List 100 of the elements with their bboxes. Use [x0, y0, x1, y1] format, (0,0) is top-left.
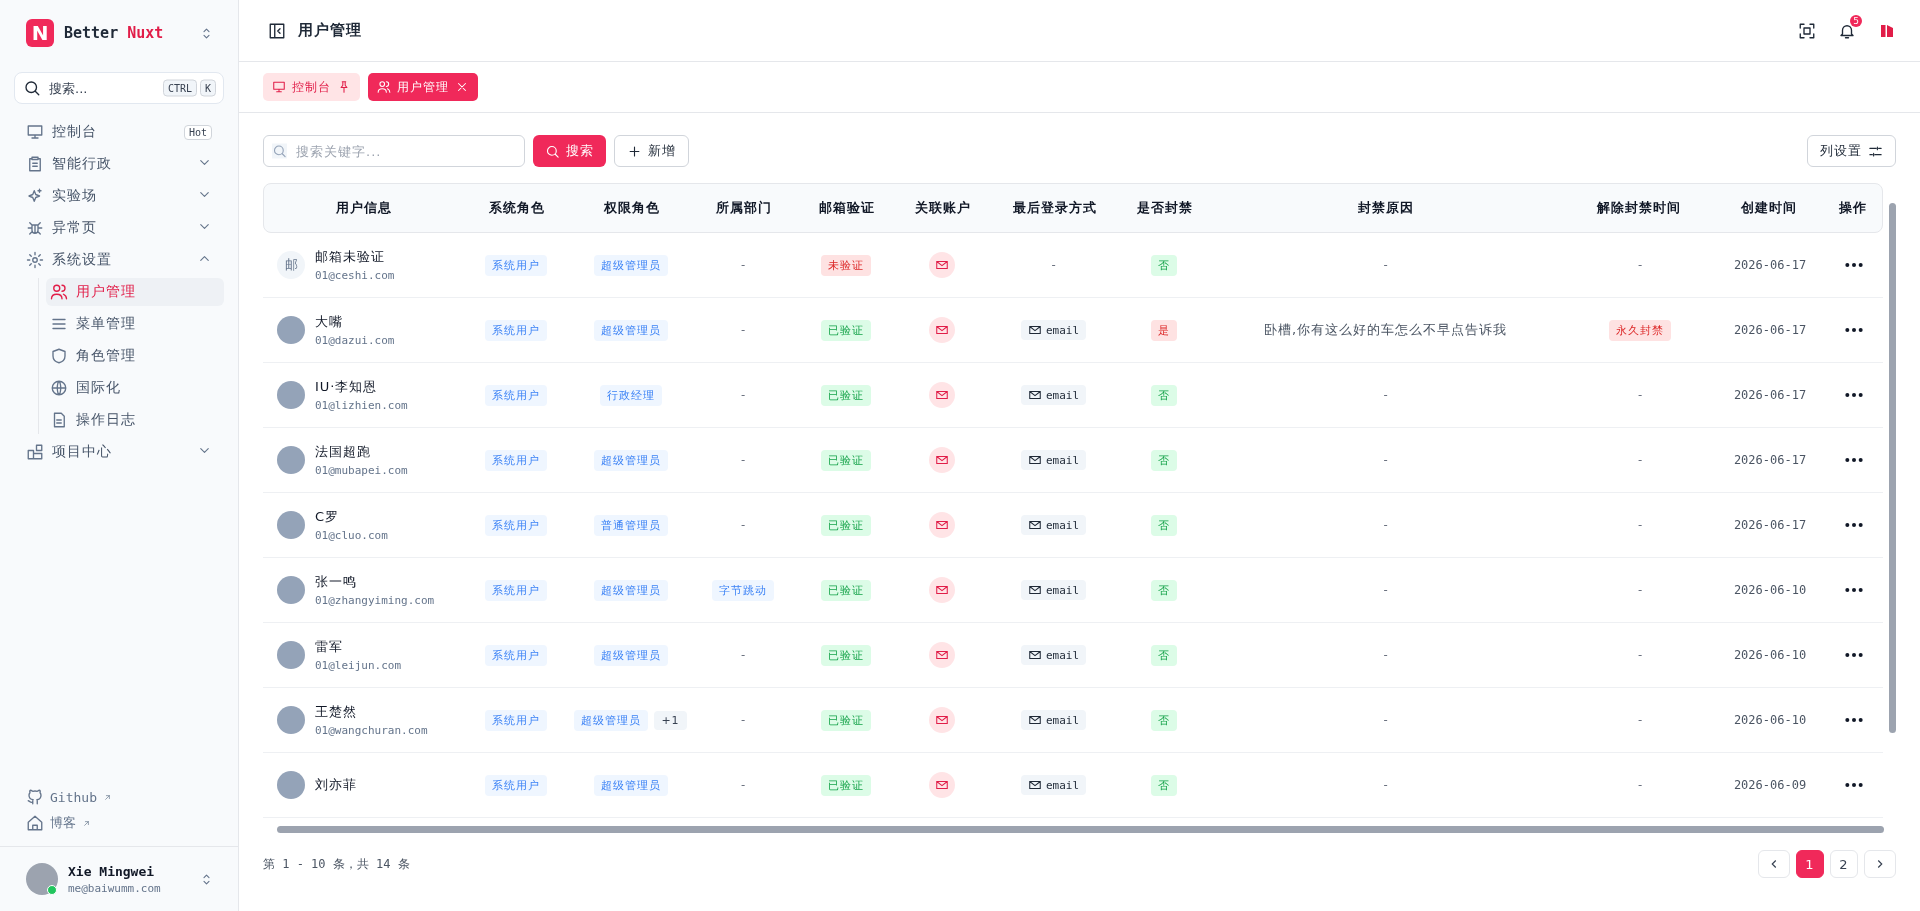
- monitor-icon: [272, 80, 286, 94]
- role-tag: 系统用户: [484, 774, 547, 796]
- search-icon: [545, 143, 560, 159]
- shield-icon: [50, 347, 68, 365]
- page-button[interactable]: 1: [1796, 850, 1824, 878]
- empty-value: -: [1381, 258, 1390, 272]
- empty-value: -: [1381, 583, 1390, 597]
- empty-value: -: [1636, 388, 1644, 402]
- login-method-tag: email: [1020, 515, 1087, 535]
- empty-value: -: [1381, 713, 1390, 727]
- ban-status: 否: [1150, 254, 1177, 276]
- menu-item[interactable]: 操作日志: [46, 406, 224, 434]
- menu-item[interactable]: 智能行政: [14, 150, 224, 178]
- verify-status: 已验证: [820, 384, 871, 406]
- role-tag: 超级管理员: [574, 709, 649, 731]
- ban-status: 是: [1150, 319, 1177, 341]
- bug-icon: [26, 219, 44, 237]
- shortcut-key: CTRL: [162, 79, 197, 97]
- menu-item[interactable]: 国际化: [46, 374, 224, 402]
- add-button[interactable]: 新增: [614, 135, 689, 167]
- user-name: 大嘴: [315, 313, 344, 331]
- avatar-photo: [277, 706, 305, 734]
- ban-status: 否: [1150, 579, 1177, 601]
- role-tag: 系统用户: [484, 254, 547, 276]
- avatar-photo: [277, 511, 305, 539]
- avatar-initial: 邮: [277, 251, 305, 279]
- menu-item[interactable]: 角色管理: [46, 342, 224, 370]
- user-email: 01@ceshi.com: [315, 269, 395, 282]
- search-field[interactable]: 搜索关键字...: [263, 135, 525, 167]
- unban-time-tag: 永久封禁: [1609, 319, 1671, 341]
- role-tag: 系统用户: [484, 384, 547, 406]
- search-button[interactable]: 搜索: [533, 135, 606, 167]
- created-date: 2026-06-10: [1733, 583, 1807, 597]
- external-link[interactable]: Github: [26, 788, 112, 806]
- vertical-scrollbar[interactable]: [1889, 203, 1896, 733]
- horizontal-scrollbar[interactable]: [277, 826, 1884, 833]
- avatar-photo: [277, 316, 305, 344]
- user-email: 01@zhangyiming.com: [315, 594, 435, 607]
- login-method-tag: email: [1020, 645, 1087, 665]
- menu-item[interactable]: 实验场: [14, 182, 224, 210]
- external-link[interactable]: 博客: [26, 814, 91, 832]
- department-tag: 字节跳动: [712, 579, 774, 601]
- empty-value: -: [739, 648, 747, 662]
- more-icon: [1844, 716, 1864, 724]
- verify-status: 已验证: [820, 709, 871, 731]
- empty-value: -: [1381, 388, 1390, 402]
- empty-value: -: [739, 518, 747, 532]
- menu-item[interactable]: 项目中心: [14, 438, 224, 466]
- empty-value: -: [1381, 778, 1390, 792]
- page-button[interactable]: 2: [1830, 850, 1858, 878]
- empty-value: -: [1381, 518, 1390, 532]
- hot-badge: Hot: [183, 124, 212, 140]
- menu-item[interactable]: 控制台 Hot: [14, 118, 224, 146]
- more-icon: [1844, 586, 1864, 594]
- ban-status: 否: [1150, 644, 1177, 666]
- tab[interactable]: 控制台: [263, 73, 360, 101]
- role-tag: 超级管理员: [593, 644, 668, 666]
- sidebar-toggle-icon: [268, 21, 286, 40]
- mail-account-icon: [929, 707, 955, 733]
- column-header: 创建时间: [1740, 199, 1798, 217]
- mail-account-icon: [929, 382, 955, 408]
- mail-icon: [1027, 323, 1042, 337]
- mail-account-icon: [929, 772, 955, 798]
- more-icon: [1844, 651, 1864, 659]
- home-icon: [26, 814, 44, 832]
- column-header: 解除封禁时间: [1596, 199, 1682, 217]
- menu-item[interactable]: 菜单管理: [46, 310, 224, 338]
- ban-status: 否: [1150, 449, 1177, 471]
- tab[interactable]: 用户管理: [368, 73, 478, 101]
- close-icon: [455, 80, 469, 94]
- brand-name: Better Nuxt: [64, 24, 164, 42]
- role-tag: 超级管理员: [593, 254, 668, 276]
- menu-item[interactable]: 用户管理: [46, 278, 224, 306]
- avatar-photo: [277, 446, 305, 474]
- mail-account-icon: [929, 252, 955, 278]
- brand-logo: N: [26, 19, 54, 47]
- user-email: 01@mubapei.com: [315, 464, 408, 477]
- column-settings-button[interactable]: 列设置: [1807, 135, 1896, 167]
- role-tag: 系统用户: [484, 449, 547, 471]
- empty-value: -: [1636, 258, 1644, 272]
- users-icon: [50, 283, 68, 301]
- column-header: 操作: [1838, 199, 1868, 217]
- mail-account-icon: [929, 577, 955, 603]
- user-name: 王楚然: [315, 703, 358, 721]
- column-header: 是否封禁: [1135, 199, 1194, 217]
- mail-icon: [1027, 648, 1042, 662]
- created-date: 2026-06-10: [1733, 713, 1807, 727]
- empty-value: -: [1636, 583, 1644, 597]
- user-name: Xie Mingwei: [68, 863, 156, 879]
- mail-icon: [1027, 518, 1042, 532]
- user-email: 01@cluo.com: [315, 529, 388, 542]
- menu-item[interactable]: 异常页: [14, 214, 224, 242]
- role-tag: 超级管理员: [593, 319, 668, 341]
- empty-value: -: [739, 453, 747, 467]
- created-date: 2026-06-17: [1733, 258, 1807, 272]
- column-header: 关联账户: [914, 199, 972, 217]
- login-method-tag: email: [1020, 320, 1087, 340]
- menu-item[interactable]: 系统设置: [14, 246, 224, 274]
- mail-icon: [1027, 453, 1042, 467]
- avatar-photo: [277, 381, 305, 409]
